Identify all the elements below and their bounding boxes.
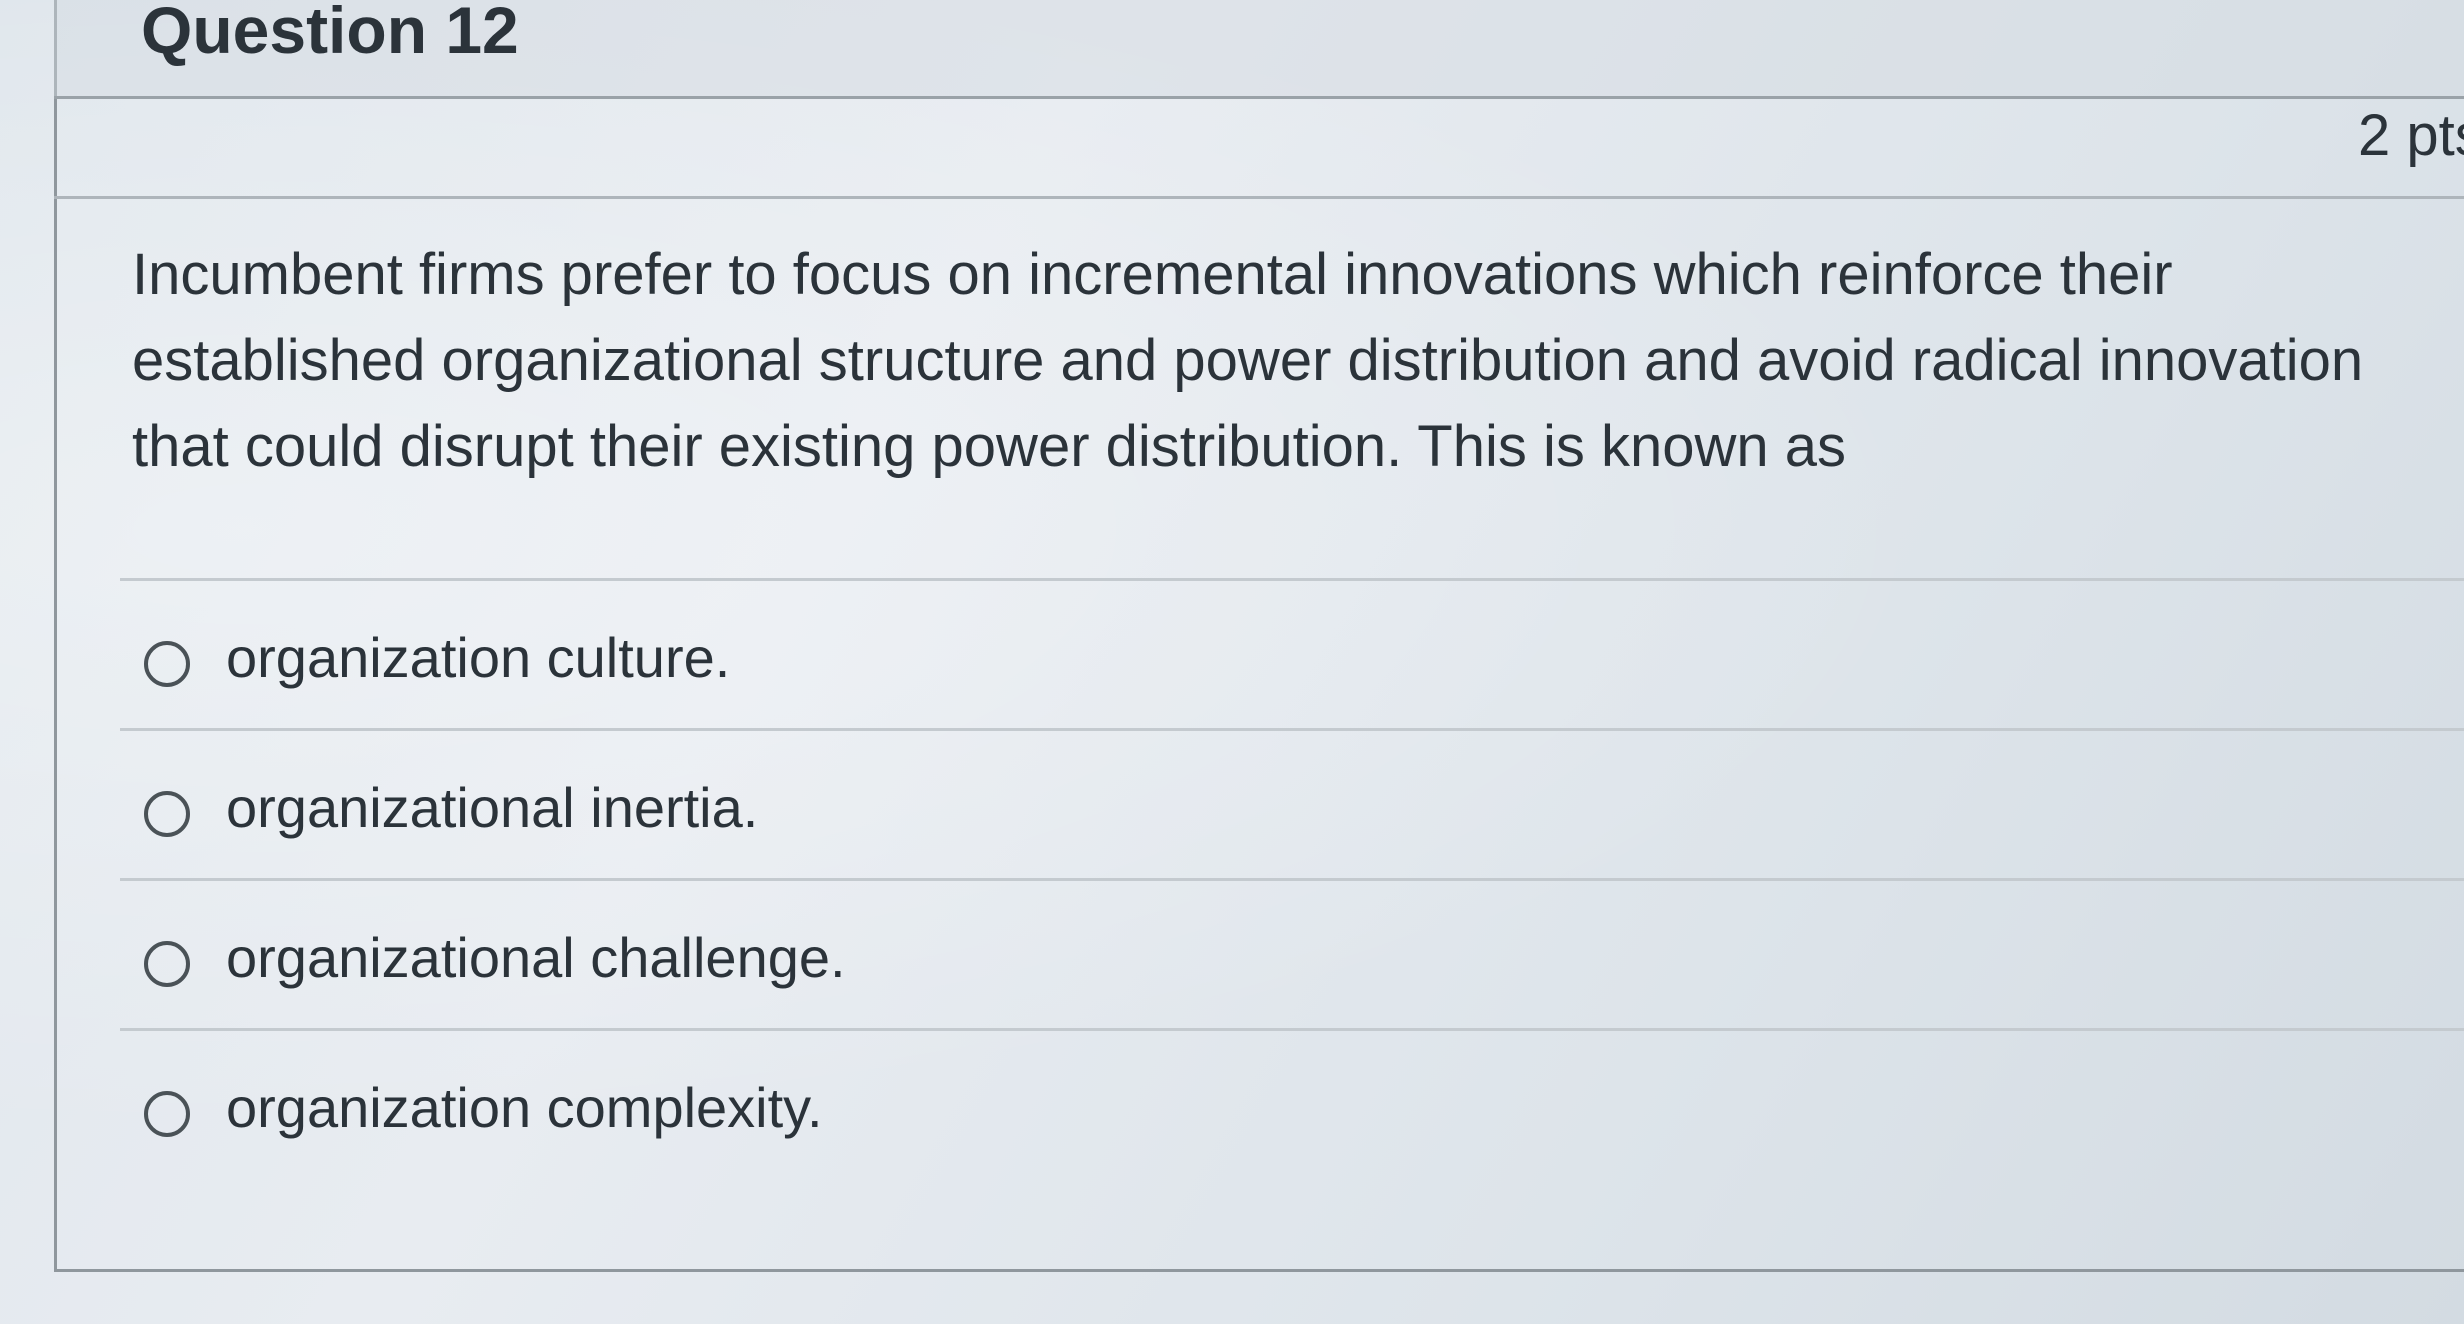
answer-option[interactable]: organizational challenge. [120, 878, 2464, 1028]
answer-label[interactable]: organizational inertia. [226, 775, 758, 840]
question-text: Incumbent firms prefer to focus on incre… [132, 242, 2364, 479]
quiz-page: Question 12 2 pts Incumbent firms prefer… [0, 0, 2464, 1324]
question-title: Question 12 [141, 0, 519, 67]
answer-option[interactable]: organization complexity. [120, 1028, 2464, 1178]
answer-label[interactable]: organization culture. [226, 625, 730, 690]
answer-label[interactable]: organization complexity. [226, 1075, 823, 1140]
answer-label[interactable]: organizational challenge. [226, 925, 846, 990]
radio-button-icon[interactable] [144, 941, 190, 987]
answer-option[interactable]: organizational inertia. [120, 728, 2464, 878]
radio-button-icon[interactable] [144, 1091, 190, 1137]
points-label: 2 pts [2358, 103, 2464, 168]
header-divider [54, 196, 2464, 199]
answer-list: organization culture. organizational ine… [120, 578, 2464, 1178]
radio-button-icon[interactable] [144, 791, 190, 837]
answer-option[interactable]: organization culture. [120, 578, 2464, 728]
radio-button-icon[interactable] [144, 641, 190, 687]
